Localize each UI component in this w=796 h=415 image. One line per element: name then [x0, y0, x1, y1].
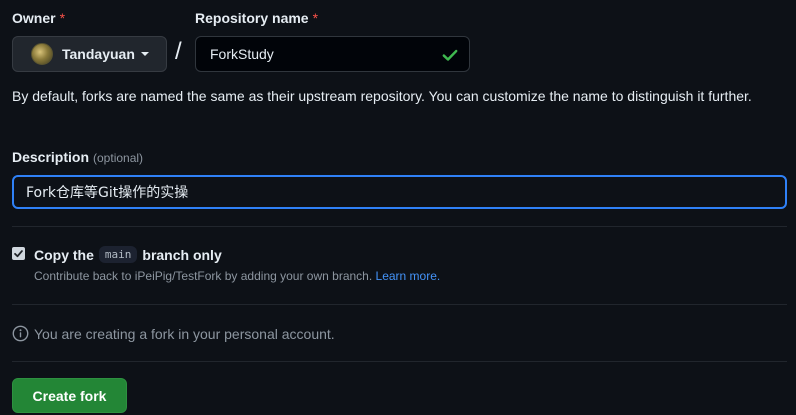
divider	[12, 361, 787, 362]
description-value: Fork仓库等Git操作的实操	[26, 185, 189, 201]
divider	[12, 226, 787, 227]
divider	[12, 304, 787, 305]
repository-required-mark: *	[312, 10, 319, 26]
info-icon	[12, 325, 29, 342]
repository-name-hint: By default, forks are named the same as …	[12, 88, 752, 104]
create-fork-button[interactable]: Create fork	[12, 378, 127, 413]
description-input[interactable]: Fork仓库等Git操作的实操	[12, 175, 787, 209]
owner-name: Tandayuan	[62, 46, 135, 62]
personal-account-notice: You are creating a fork in your personal…	[12, 325, 335, 342]
repository-name-value: ForkStudy	[210, 46, 274, 62]
check-icon	[442, 49, 458, 61]
checkbox-check-icon	[14, 250, 23, 258]
description-optional: (optional)	[93, 151, 144, 165]
chevron-down-icon	[140, 52, 149, 56]
owner-repo-separator: /	[175, 38, 182, 65]
repository-name-input[interactable]: ForkStudy	[195, 36, 470, 72]
avatar	[31, 43, 53, 65]
repository-name-label: Repository name *	[195, 10, 319, 26]
copy-main-branch-checkbox[interactable]	[12, 247, 25, 260]
owner-required-mark: *	[59, 10, 66, 26]
owner-label: Owner *	[12, 10, 66, 26]
copy-branch-description: Contribute back to iPeiPig/TestFork by a…	[34, 269, 441, 283]
fork-form: Owner * Repository name * Tandayuan / Fork…	[0, 0, 796, 415]
branch-code: main	[98, 246, 138, 263]
copy-branch-label: Copy the main branch only	[34, 246, 222, 263]
learn-more-link[interactable]: Learn more.	[376, 269, 441, 283]
description-label: Description (optional)	[12, 149, 144, 165]
owner-select-button[interactable]: Tandayuan	[12, 36, 167, 72]
